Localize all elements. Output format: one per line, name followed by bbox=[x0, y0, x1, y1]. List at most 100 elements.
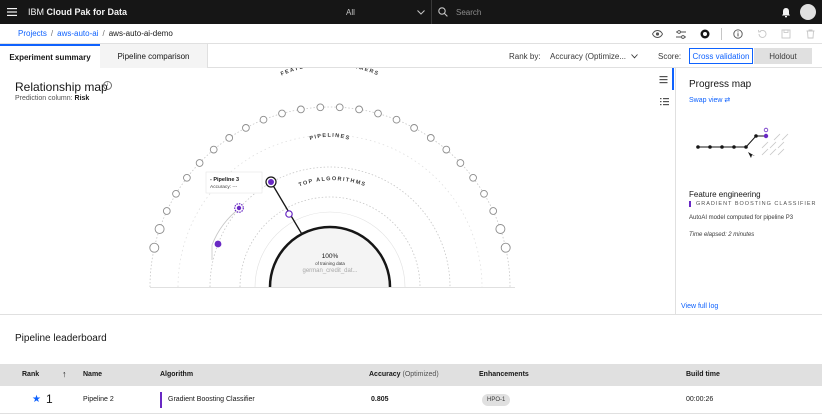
ring-label-algorithms: TOP ALGORITHMS bbox=[298, 176, 367, 188]
toolbar-divider bbox=[721, 28, 722, 40]
center-label: of training data bbox=[315, 261, 345, 266]
row-algorithm: Gradient Boosting Classifier bbox=[168, 396, 255, 403]
swap-arrows-icon: ⇄ bbox=[724, 97, 731, 104]
feature-transformer-node[interactable] bbox=[316, 103, 325, 112]
feature-transformer-node[interactable] bbox=[489, 207, 498, 215]
breadcrumb-separator: / bbox=[102, 29, 105, 38]
tooltip-title: - Pipeline 3 bbox=[210, 177, 239, 183]
feature-transformer-node[interactable] bbox=[183, 173, 191, 182]
breadcrumb-projects[interactable]: Projects bbox=[18, 29, 47, 38]
progress-step bbox=[708, 145, 712, 149]
leaderboard-header: Rank ↑ Name Algorithm Accuracy (Optimize… bbox=[0, 364, 822, 386]
feature-transformer-node[interactable] bbox=[225, 134, 234, 142]
relationship-map-panel: FEATURE TRANSFORMERS PIPELINES TOP ALGOR… bbox=[0, 68, 652, 314]
breadcrumb-project[interactable]: aws-auto-ai bbox=[57, 29, 98, 38]
sort-arrow-up-icon[interactable]: ↑ bbox=[62, 369, 67, 379]
feature-transformer-node[interactable] bbox=[410, 124, 418, 132]
feature-transformer-node[interactable] bbox=[195, 159, 204, 167]
hamburger-menu-icon[interactable] bbox=[0, 0, 24, 24]
feature-transformer-node[interactable] bbox=[297, 105, 305, 114]
notification-bell-icon[interactable] bbox=[774, 0, 798, 24]
holdout-button[interactable]: Holdout bbox=[754, 48, 812, 64]
progress-step bbox=[720, 145, 724, 149]
scope-label: All bbox=[346, 7, 355, 17]
prediction-column: Prediction column: Risk bbox=[15, 95, 89, 102]
stage-title: Feature engineering bbox=[689, 190, 761, 199]
eye-icon[interactable] bbox=[645, 24, 669, 44]
table-row[interactable]: ★ 1 Pipeline 2 Gradient Boosting Classif… bbox=[0, 386, 822, 414]
info-icon[interactable]: i bbox=[103, 81, 112, 90]
search-scope-dropdown[interactable]: All bbox=[340, 0, 432, 24]
search-input[interactable]: Search bbox=[456, 8, 481, 17]
rank-by-dropdown[interactable]: Accuracy (Optimize... bbox=[546, 48, 642, 64]
brand-name: Cloud Pak for Data bbox=[46, 7, 128, 17]
feature-transformer-node[interactable] bbox=[442, 145, 451, 154]
algorithm-node[interactable] bbox=[285, 210, 293, 218]
feature-transformer-node[interactable] bbox=[149, 242, 160, 253]
column-enhancements[interactable]: Enhancements bbox=[479, 371, 529, 378]
feature-transformer-node[interactable] bbox=[495, 224, 506, 234]
stage-algorithm: Gradient Boosting Classifier bbox=[689, 201, 817, 207]
settings-sliders-icon[interactable] bbox=[669, 24, 693, 44]
delete-icon[interactable] bbox=[798, 24, 822, 44]
time-elapsed: Time elapsed: 2 minutes bbox=[689, 232, 755, 238]
swap-view-link[interactable]: Swap view ⇄ bbox=[689, 96, 730, 104]
tab-pipeline-comparison[interactable]: Pipeline comparison bbox=[100, 44, 208, 68]
history-icon[interactable] bbox=[750, 24, 774, 44]
run-status-icon[interactable] bbox=[693, 24, 717, 44]
feature-transformer-node[interactable] bbox=[426, 134, 435, 142]
score-label: Score: bbox=[658, 51, 682, 61]
baseline bbox=[150, 287, 515, 288]
cross-validation-button[interactable]: Cross validation bbox=[689, 48, 753, 64]
feature-transformer-node[interactable] bbox=[374, 109, 382, 118]
relationship-map-title: Relationship map bbox=[15, 80, 108, 94]
stage-description: AutoAI model computed for pipeline P3 bbox=[689, 215, 794, 221]
feature-transformer-node[interactable] bbox=[469, 173, 477, 182]
cursor-pointer-icon bbox=[748, 152, 755, 158]
feature-transformer-node[interactable] bbox=[335, 103, 344, 112]
product-brand[interactable]: IBM Cloud Pak for Data bbox=[28, 7, 328, 17]
summary-tabs: Experiment summary Pipeline comparison R… bbox=[0, 44, 822, 68]
accuracy-label: Accuracy bbox=[369, 371, 401, 378]
feature-transformer-node[interactable] bbox=[162, 207, 171, 215]
column-algorithm[interactable]: Algorithm bbox=[160, 371, 193, 378]
feature-transformer-node[interactable] bbox=[154, 224, 165, 234]
feature-transformer-node[interactable] bbox=[278, 109, 286, 118]
progress-map-title: Progress map bbox=[689, 79, 752, 90]
center-percentage: 100% bbox=[322, 253, 339, 260]
pipeline-node[interactable] bbox=[214, 240, 222, 248]
feature-transformer-node[interactable] bbox=[500, 242, 511, 253]
map-view-icon[interactable] bbox=[654, 68, 674, 90]
row-accuracy: 0.805 bbox=[371, 396, 389, 403]
brand-prefix: IBM bbox=[28, 7, 47, 17]
column-name[interactable]: Name bbox=[83, 371, 102, 378]
feature-transformer-node[interactable] bbox=[172, 189, 180, 198]
view-full-log-link[interactable]: View full log bbox=[681, 303, 718, 310]
view-toggle bbox=[654, 68, 674, 314]
row-name[interactable]: Pipeline 2 bbox=[83, 396, 114, 403]
user-avatar[interactable] bbox=[800, 4, 816, 20]
save-icon[interactable] bbox=[774, 24, 798, 44]
column-accuracy[interactable]: Accuracy (Optimized) bbox=[369, 371, 439, 378]
feature-transformer-node[interactable] bbox=[355, 105, 363, 114]
breadcrumb-separator: / bbox=[50, 29, 54, 38]
feature-transformer-node[interactable] bbox=[209, 145, 218, 154]
feature-transformer-node[interactable] bbox=[392, 115, 401, 124]
experiment-toolbar bbox=[645, 24, 822, 44]
progress-step bbox=[696, 145, 700, 149]
feature-transformer-node[interactable] bbox=[480, 189, 488, 198]
feature-transformer-node[interactable] bbox=[456, 159, 465, 167]
feature-transformer-node[interactable] bbox=[242, 124, 250, 132]
column-rank[interactable]: Rank bbox=[22, 371, 39, 378]
chevron-down-icon bbox=[417, 9, 425, 15]
progress-step bbox=[763, 127, 769, 133]
global-search[interactable]: Search bbox=[438, 0, 768, 24]
pipeline-link bbox=[270, 181, 304, 237]
relationship-map-graph[interactable]: FEATURE TRANSFORMERS PIPELINES TOP ALGOR… bbox=[0, 68, 652, 314]
list-view-icon[interactable] bbox=[654, 90, 674, 112]
feature-transformer-node[interactable] bbox=[259, 115, 268, 124]
breadcrumb: Projects / aws-auto-ai / aws-auto-ai-dem… bbox=[0, 24, 822, 44]
column-build-time[interactable]: Build time bbox=[686, 371, 720, 378]
info-icon[interactable] bbox=[726, 24, 750, 44]
tab-experiment-summary[interactable]: Experiment summary bbox=[0, 44, 100, 68]
